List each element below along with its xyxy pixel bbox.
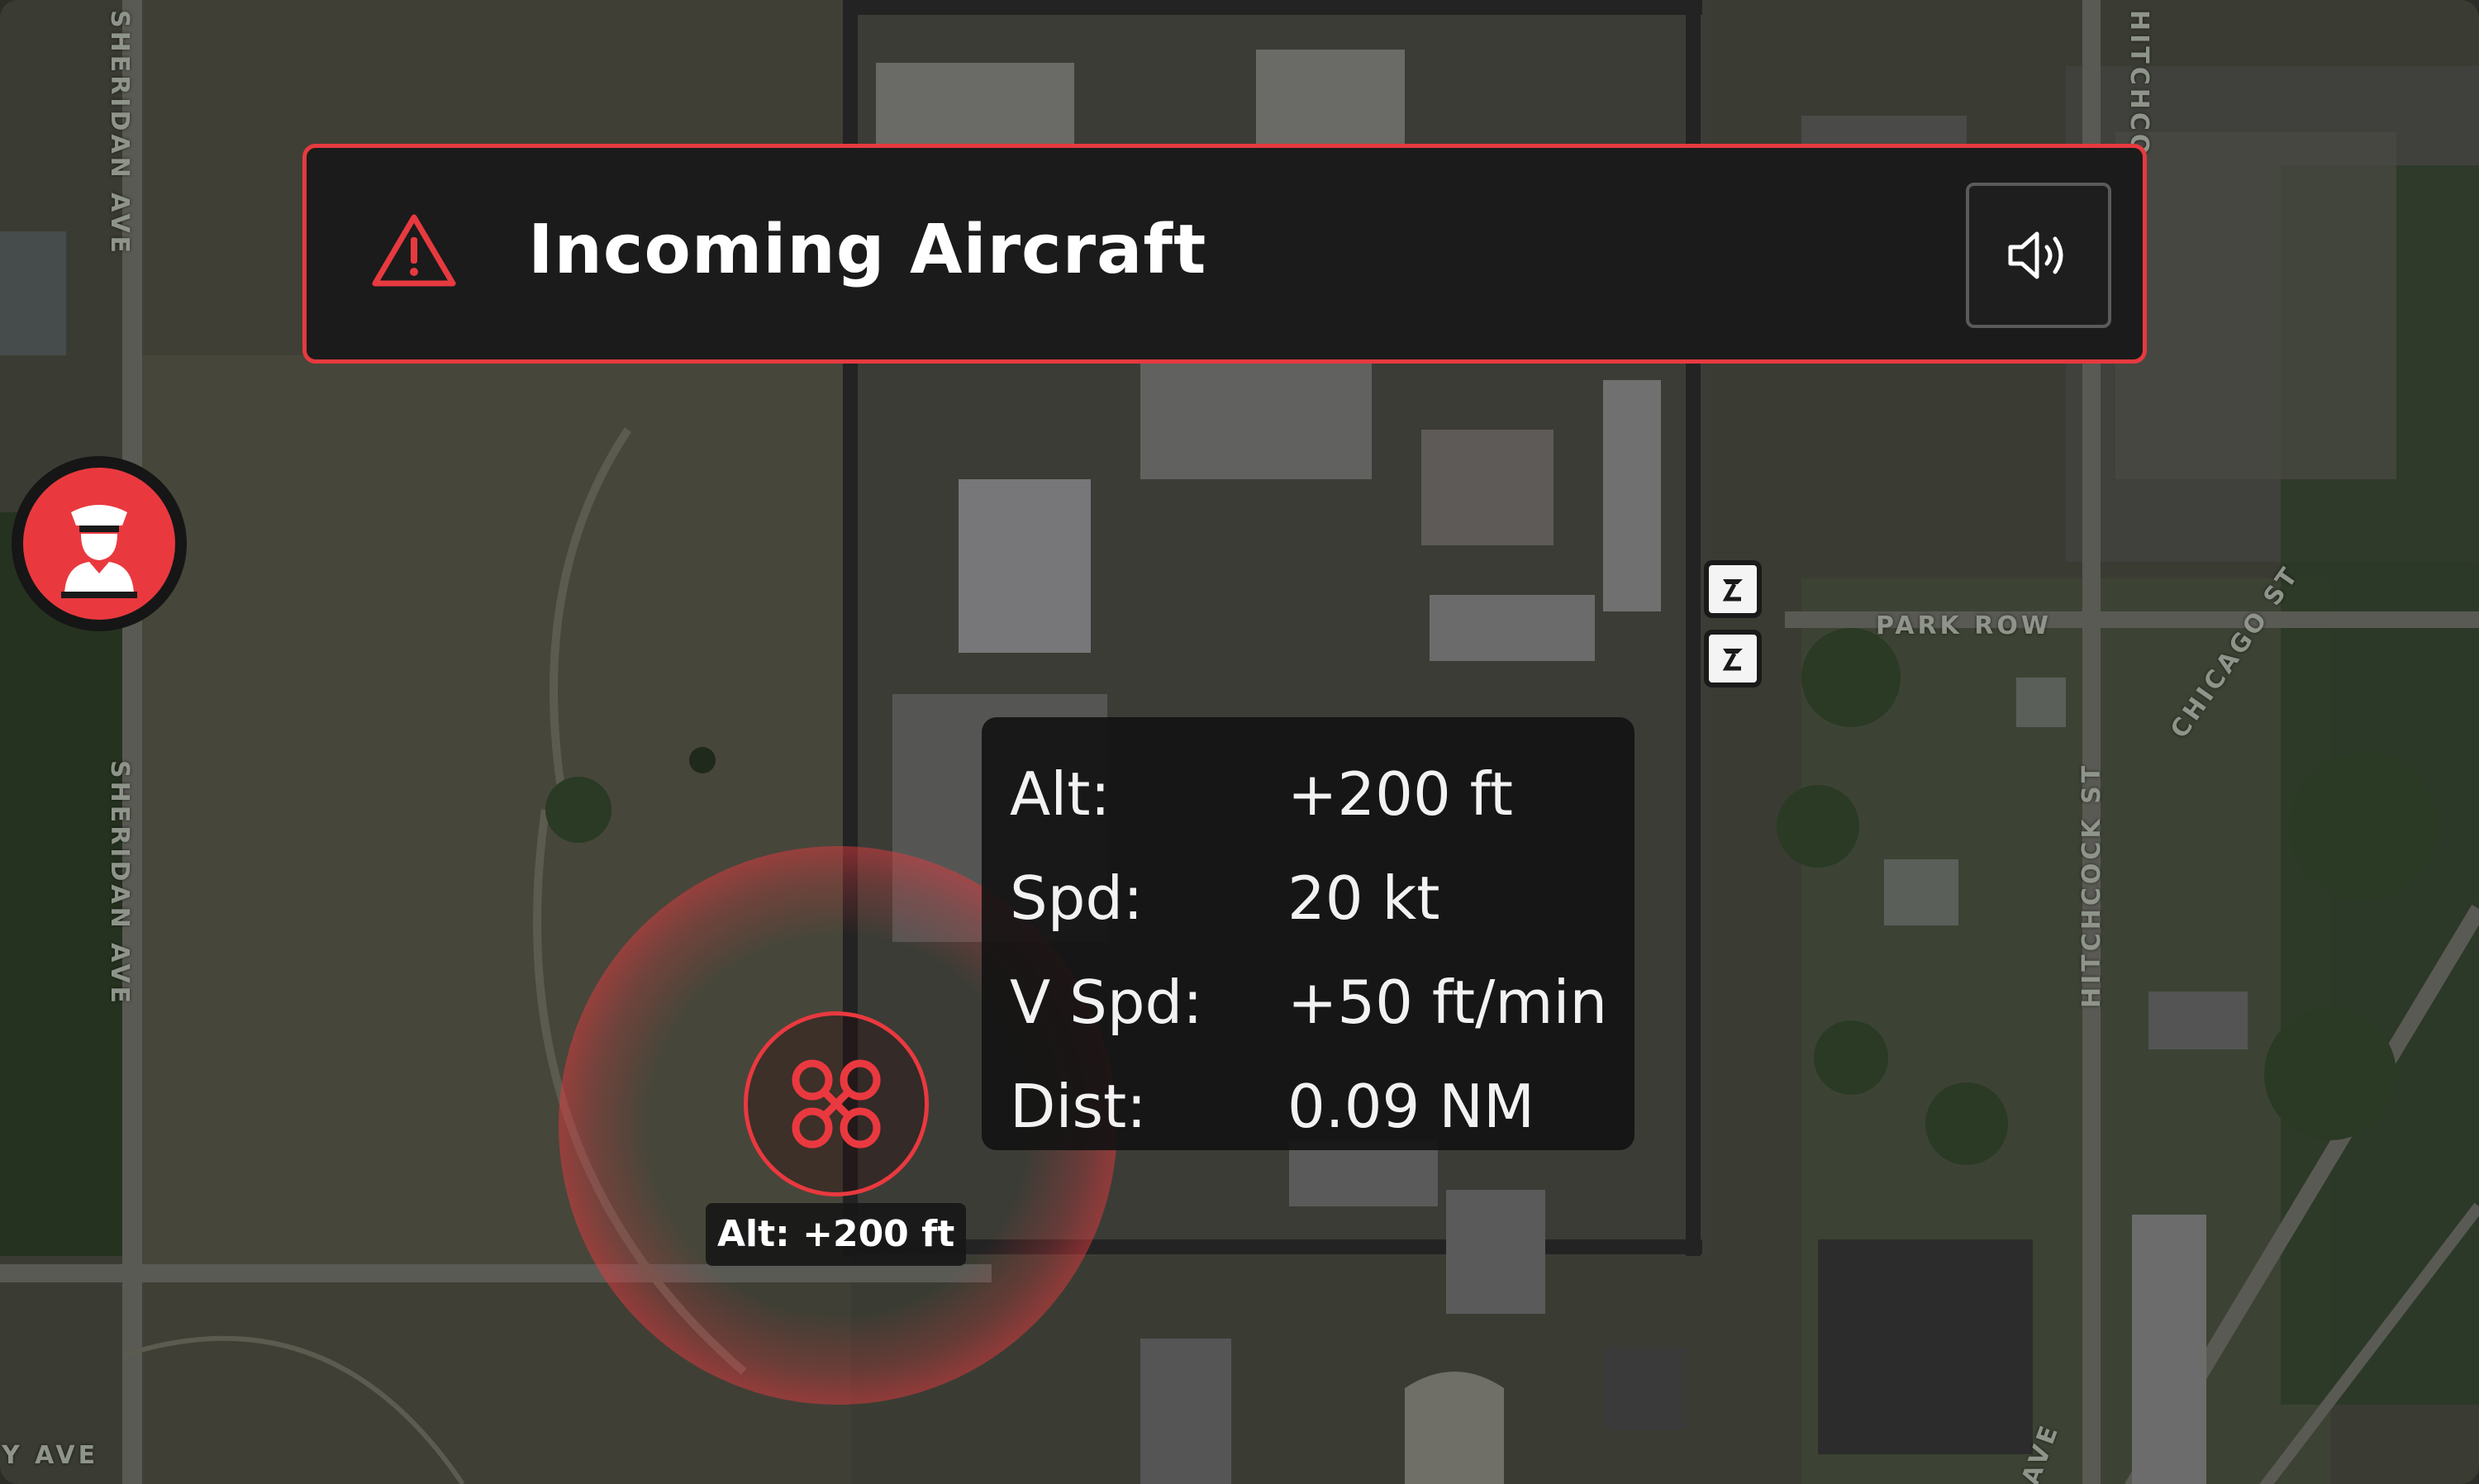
info-row-distance: Dist: 0.09 NM xyxy=(1010,1054,1634,1158)
tower-marker[interactable] xyxy=(1704,560,1762,618)
info-key: Spd: xyxy=(1010,863,1144,933)
info-row-vertical-speed: V Spd: +50 ft/min xyxy=(1010,950,1634,1054)
info-value: 20 kt xyxy=(1287,863,1440,933)
info-value: +50 ft/min xyxy=(1287,968,1608,1037)
drone-icon xyxy=(792,1059,881,1149)
info-row-altitude: Alt: +200 ft xyxy=(1010,742,1634,846)
aircraft-info-card: Alt: +200 ft Spd: 20 kt V Spd: +50 ft/mi… xyxy=(982,717,1634,1150)
tower-icon xyxy=(1722,649,1743,671)
info-value: 0.09 NM xyxy=(1287,1072,1535,1141)
street-label-bottom-left: Y AVE xyxy=(2,1441,99,1470)
sound-toggle-button[interactable] xyxy=(1966,183,2111,328)
street-label-hitchcock-top: HITCHCO xyxy=(2125,10,2153,159)
alert-title: Incoming Aircraft xyxy=(528,211,1207,289)
officer-marker[interactable] xyxy=(12,456,187,631)
aircraft-marker[interactable] xyxy=(744,1011,929,1196)
street-label-park-row: PARK ROW xyxy=(1876,611,2052,640)
speaker-volume-icon xyxy=(2008,231,2063,279)
officer-icon xyxy=(61,505,137,598)
tower-marker[interactable] xyxy=(1704,630,1762,687)
info-key: V Spd: xyxy=(1010,968,1203,1037)
tower-icon xyxy=(1722,579,1743,602)
incoming-aircraft-alert[interactable]: Incoming Aircraft xyxy=(302,144,2147,364)
aircraft-altitude-label: Alt: +200 ft xyxy=(706,1203,967,1266)
street-label-sheridan-mid: SHERIDAN AVE xyxy=(105,760,134,1007)
info-value: +200 ft xyxy=(1287,759,1513,829)
warning-triangle-icon xyxy=(372,214,456,287)
info-key: Alt: xyxy=(1010,759,1111,829)
street-label-sheridan-top: SHERIDAN AVE xyxy=(105,10,134,257)
info-row-speed: Spd: 20 kt xyxy=(1010,846,1634,950)
info-key: Dist: xyxy=(1010,1072,1147,1141)
street-label-hitchcock: HITCHCOCK ST xyxy=(2077,762,2106,1008)
